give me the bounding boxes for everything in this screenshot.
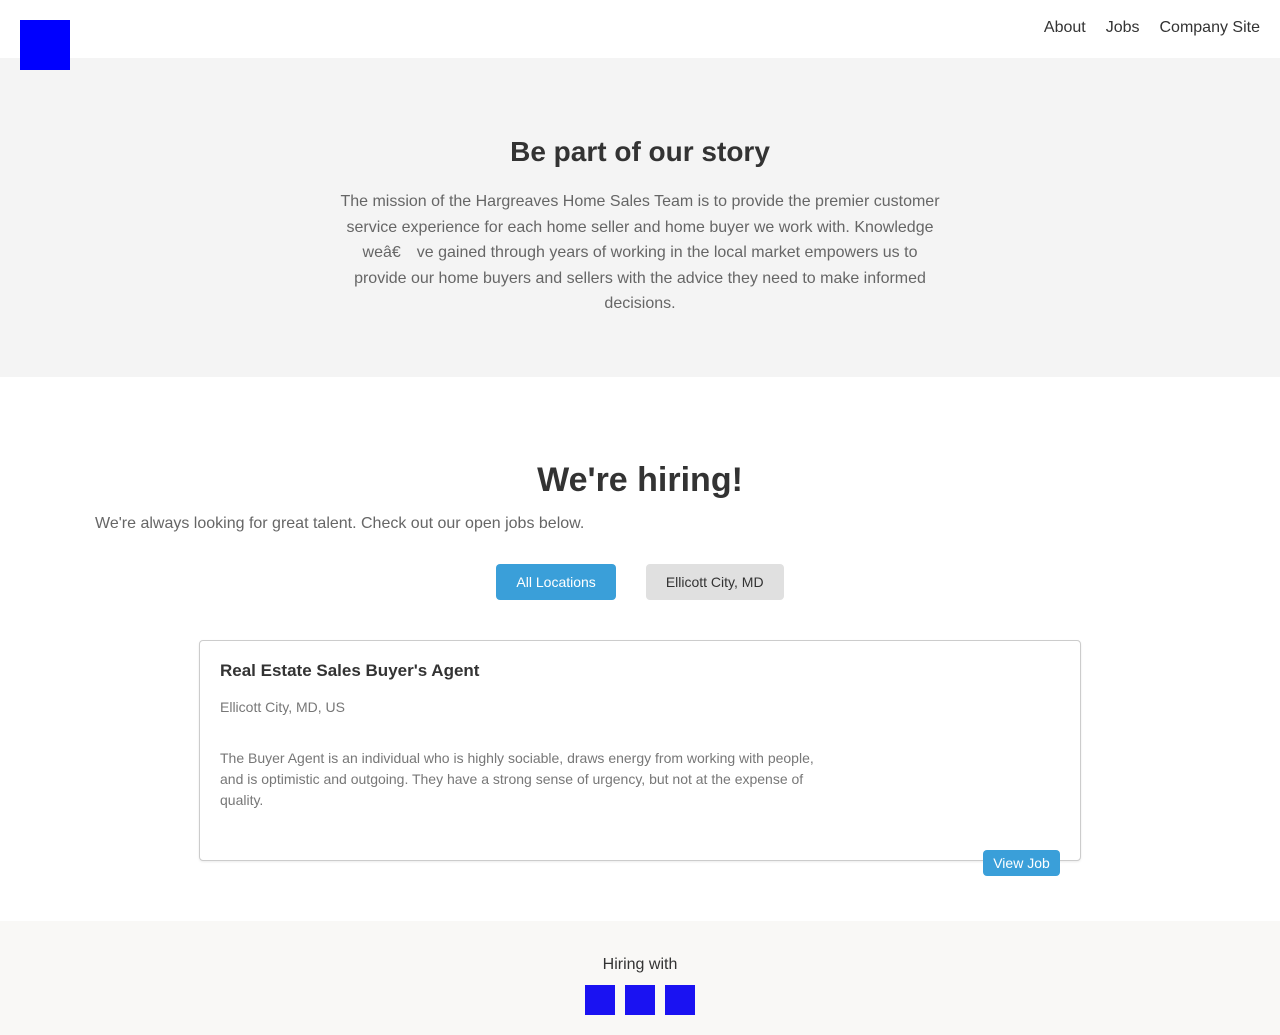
view-job-button[interactable]: View Job bbox=[983, 850, 1060, 876]
company-logo[interactable] bbox=[20, 20, 70, 70]
partner-logo-icon[interactable] bbox=[625, 985, 655, 1015]
job-location: Ellicott City, MD, US bbox=[220, 699, 345, 715]
filter-ellicott-city-button[interactable]: Ellicott City, MD bbox=[645, 564, 784, 600]
top-nav: About Jobs Company Site bbox=[1044, 19, 1260, 37]
hiring-title: We're hiring! bbox=[537, 461, 743, 499]
nav-about-link[interactable]: About bbox=[1044, 19, 1086, 37]
nav-jobs-link[interactable]: Jobs bbox=[1106, 19, 1140, 37]
partner-logo-icon[interactable] bbox=[665, 985, 695, 1015]
job-card: Real Estate Sales Buyer's Agent Ellicott… bbox=[199, 640, 1081, 861]
hero-description: The mission of the Hargreaves Home Sales… bbox=[340, 193, 940, 313]
hero-title: Be part of our story bbox=[510, 136, 770, 167]
partner-logos bbox=[585, 985, 695, 1015]
hiring-with-label: Hiring with bbox=[602, 956, 678, 973]
job-title[interactable]: Real Estate Sales Buyer's Agent bbox=[220, 661, 479, 681]
site-footer: Hiring with bbox=[0, 921, 1280, 1035]
hiring-subtitle: We're always looking for great talent. C… bbox=[95, 515, 585, 532]
hero-section: Be part of our story The mission of the … bbox=[0, 58, 1280, 377]
location-filters: All Locations Ellicott City, MD bbox=[0, 564, 1280, 600]
filter-all-locations-button[interactable]: All Locations bbox=[496, 564, 616, 600]
site-header: About Jobs Company Site bbox=[0, 0, 1280, 58]
job-description: The Buyer Agent is an individual who is … bbox=[220, 750, 814, 808]
nav-company-site-link[interactable]: Company Site bbox=[1160, 19, 1261, 37]
partner-logo-icon[interactable] bbox=[585, 985, 615, 1015]
